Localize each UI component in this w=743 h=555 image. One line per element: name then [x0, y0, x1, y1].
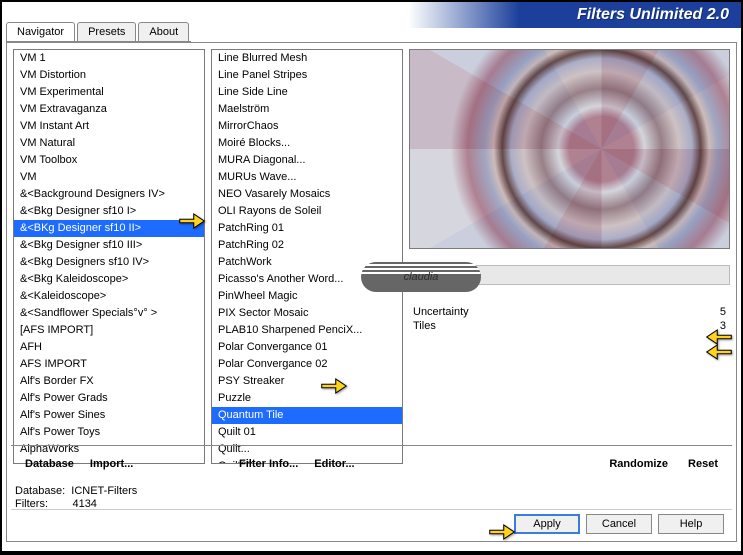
import-button[interactable]: Import... [82, 454, 141, 474]
tab-strip: Navigator Presets About [6, 22, 191, 42]
filter-info-button[interactable]: Filter Info... [231, 454, 306, 474]
list-item[interactable]: &<Bkg Designers sf10 IV> [14, 254, 204, 271]
list-item[interactable]: Polar Convergance 02 [212, 356, 402, 373]
list-item[interactable]: &<Kaleidoscope> [14, 288, 204, 305]
list-item[interactable]: &<Sandflower Specials°v° > [14, 305, 204, 322]
status-db-value: ICNET-Filters [71, 485, 137, 497]
right-column: claudia Quantum Tile Uncertainty 5 Tiles… [409, 49, 730, 464]
list-item[interactable]: Puzzle [212, 390, 402, 407]
bottom-toolbar: Database Import... Filter Info... Editor… [11, 445, 732, 481]
list-item[interactable]: Maelström [212, 101, 402, 118]
param-value: 5 [696, 306, 726, 318]
list-item[interactable]: Line Side Line [212, 84, 402, 101]
main-panel: VM 1VM DistortionVM ExperimentalVM Extra… [6, 42, 737, 542]
app-window: Filters Unlimited 2.0 Navigator Presets … [2, 2, 741, 551]
help-button[interactable]: Help [658, 514, 724, 534]
list-item[interactable]: PSY Streaker [212, 373, 402, 390]
param-label: Tiles [413, 320, 436, 332]
list-item[interactable]: MURA Diagonal... [212, 152, 402, 169]
param-label: Uncertainty [413, 306, 469, 318]
tab-navigator[interactable]: Navigator [6, 22, 75, 41]
list-item[interactable]: PatchRing 01 [212, 220, 402, 237]
apply-button[interactable]: Apply [514, 514, 580, 534]
pointer-icon [488, 521, 516, 546]
status-db-label: Database: [15, 485, 65, 497]
database-button[interactable]: Database [17, 454, 82, 474]
randomize-button[interactable]: Randomize [601, 454, 676, 474]
list-item[interactable]: PLAB10 Sharpened PenciX... [212, 322, 402, 339]
list-item[interactable]: VM Natural [14, 135, 204, 152]
list-item[interactable]: Alf's Power Toys [14, 424, 204, 441]
list-item[interactable]: VM [14, 169, 204, 186]
reset-button[interactable]: Reset [680, 454, 726, 474]
list-item[interactable]: VM Distortion [14, 67, 204, 84]
list-item[interactable]: PIX Sector Mosaic [212, 305, 402, 322]
list-item[interactable]: Quantum Tile [212, 407, 402, 424]
list-item[interactable]: VM Toolbox [14, 152, 204, 169]
list-item[interactable]: VM 1 [14, 50, 204, 67]
list-item[interactable]: MURUs Wave... [212, 169, 402, 186]
list-item[interactable]: Alf's Power Grads [14, 390, 204, 407]
category-listbox[interactable]: VM 1VM DistortionVM ExperimentalVM Extra… [13, 49, 205, 464]
param-row-tiles[interactable]: Tiles 3 [409, 319, 730, 333]
status-area: Database: ICNET-Filters Filters: 4134 [15, 485, 137, 511]
lists-row: VM 1VM DistortionVM ExperimentalVM Extra… [7, 43, 736, 470]
list-item[interactable]: MirrorChaos [212, 118, 402, 135]
tab-about[interactable]: About [138, 22, 189, 41]
pointer-icon [705, 341, 733, 366]
dialog-button-row: Apply Cancel Help [11, 509, 732, 537]
watermark-text: claudia [404, 271, 439, 283]
list-item[interactable]: [AFS IMPORT] [14, 322, 204, 339]
filter-listbox[interactable]: Line Blurred MeshLine Panel StripesLine … [211, 49, 403, 464]
editor-button[interactable]: Editor... [306, 454, 362, 474]
list-item[interactable]: Quilt 01 [212, 424, 402, 441]
list-item[interactable]: VM Extravaganza [14, 101, 204, 118]
list-item[interactable]: Line Blurred Mesh [212, 50, 402, 67]
preview-image [409, 49, 730, 249]
list-item[interactable]: &<Bkg Designer sf10 I> [14, 203, 204, 220]
param-row-uncertainty[interactable]: Uncertainty 5 [409, 305, 730, 319]
pointer-icon [178, 210, 206, 235]
list-item[interactable]: VM Instant Art [14, 118, 204, 135]
list-item[interactable]: Moiré Blocks... [212, 135, 402, 152]
watermark-badge: claudia [361, 262, 481, 292]
list-item[interactable]: AFH [14, 339, 204, 356]
list-item[interactable]: Alf's Power Sines [14, 407, 204, 424]
list-item[interactable]: &<Bkg Designer sf10 III> [14, 237, 204, 254]
list-item[interactable]: PatchRing 02 [212, 237, 402, 254]
list-item[interactable]: Alf's Border FX [14, 373, 204, 390]
cancel-button[interactable]: Cancel [586, 514, 652, 534]
list-item[interactable]: &<BKg Designer sf10 II> [14, 220, 204, 237]
app-title: Filters Unlimited 2.0 [577, 6, 729, 24]
list-item[interactable]: Line Panel Stripes [212, 67, 402, 84]
list-item[interactable]: AFS IMPORT [14, 356, 204, 373]
list-item[interactable]: &<Background Designers IV> [14, 186, 204, 203]
list-item[interactable]: OLI Rayons de Soleil [212, 203, 402, 220]
list-item[interactable]: NEO Vasarely Mosaics [212, 186, 402, 203]
parameters-panel: Uncertainty 5 Tiles 3 [409, 305, 730, 333]
list-item[interactable]: &<Bkg Kaleidoscope> [14, 271, 204, 288]
list-item[interactable]: VM Experimental [14, 84, 204, 101]
pointer-icon [320, 375, 348, 400]
tab-presets[interactable]: Presets [77, 22, 136, 41]
list-item[interactable]: Polar Convergance 01 [212, 339, 402, 356]
